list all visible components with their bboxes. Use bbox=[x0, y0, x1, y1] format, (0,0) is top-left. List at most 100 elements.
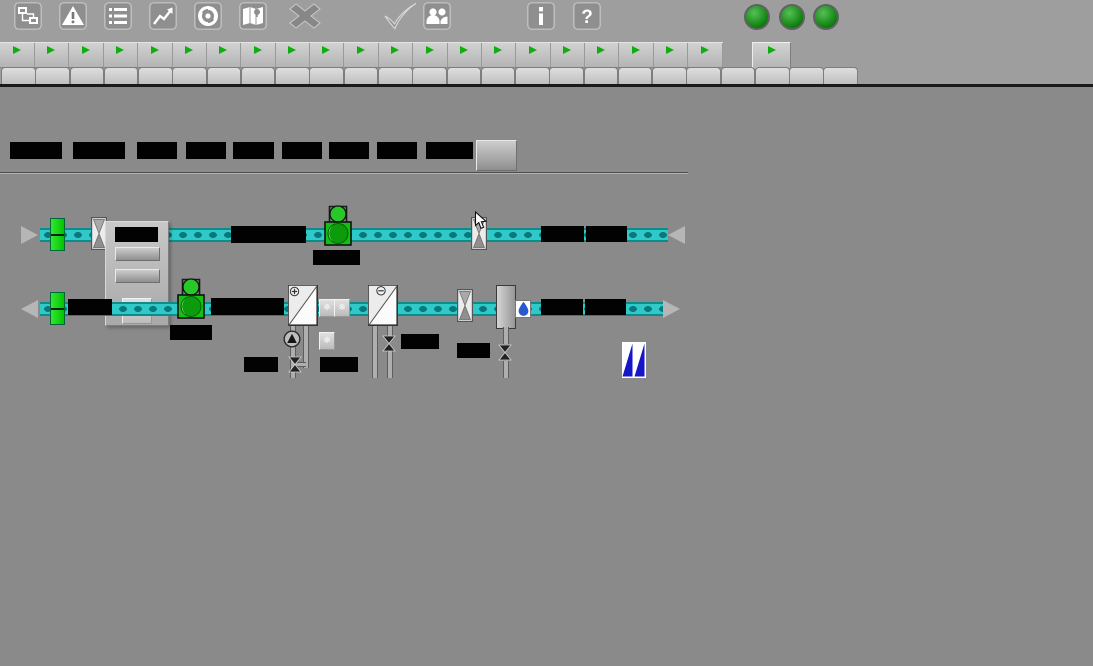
setpoint-value[interactable] bbox=[233, 142, 274, 159]
tab-vzt025[interactable] bbox=[789, 67, 824, 84]
cooling-mode-button[interactable] bbox=[115, 269, 160, 283]
toolbar-users[interactable] bbox=[414, 2, 460, 42]
tab-vzt019[interactable] bbox=[618, 67, 653, 84]
tab-vzt015[interactable] bbox=[481, 67, 516, 84]
nav-group-j[interactable] bbox=[275, 43, 310, 67]
louvre-symbol-icon bbox=[622, 342, 646, 383]
tab-vzt007[interactable] bbox=[207, 67, 242, 84]
supply-inlet-damper-icon bbox=[50, 218, 65, 251]
tab-vzt027[interactable] bbox=[823, 67, 858, 84]
tab-vzt006[interactable] bbox=[172, 67, 207, 84]
toolbar-close-windows[interactable] bbox=[282, 2, 328, 42]
tab-vzt010[interactable] bbox=[309, 67, 344, 84]
tab-vzt011[interactable] bbox=[344, 67, 379, 84]
play-icon bbox=[357, 46, 365, 54]
nav-group-b[interactable] bbox=[34, 43, 69, 67]
exhaust-humidity-right bbox=[585, 299, 626, 315]
play-icon bbox=[322, 46, 330, 54]
setpoint-value[interactable] bbox=[73, 142, 125, 159]
nav-group-k[interactable] bbox=[309, 43, 344, 67]
tab-vzt002[interactable] bbox=[35, 67, 70, 84]
heater-valve-position bbox=[244, 357, 278, 372]
humidifier-valve-position bbox=[457, 343, 490, 358]
nav-group-z7[interactable] bbox=[653, 43, 688, 67]
cooler-valve-position bbox=[401, 334, 439, 349]
nav-group-mr[interactable] bbox=[344, 43, 379, 67]
exhaust-fan-speed bbox=[170, 325, 212, 340]
setpoint-value[interactable] bbox=[377, 142, 417, 159]
mouse-cursor bbox=[474, 211, 487, 235]
tab-vzt013[interactable] bbox=[412, 67, 447, 84]
tab-vzt009[interactable] bbox=[275, 67, 310, 84]
play-icon bbox=[288, 46, 296, 54]
toolbar-warning[interactable] bbox=[50, 2, 96, 42]
divider bbox=[0, 173, 688, 174]
toolbar-web-fan[interactable] bbox=[185, 2, 231, 42]
nav-group-z4[interactable] bbox=[550, 43, 585, 67]
led-eps-ubytovna bbox=[813, 4, 839, 30]
tab-vzt020[interactable] bbox=[652, 67, 687, 84]
heating-mode-button[interactable] bbox=[115, 247, 160, 261]
tab-vzt012[interactable] bbox=[378, 67, 413, 84]
tab-vzt014[interactable] bbox=[447, 67, 482, 84]
toolbar-info[interactable] bbox=[518, 2, 564, 42]
nav-group-z2[interactable] bbox=[516, 43, 551, 67]
play-icon bbox=[116, 46, 124, 54]
toolbar-network[interactable] bbox=[5, 2, 51, 42]
tab-vzt003[interactable] bbox=[70, 67, 105, 84]
nav-group-z1[interactable] bbox=[481, 43, 516, 67]
setpoint-value[interactable] bbox=[282, 142, 322, 159]
air-inlet-arrow-icon bbox=[21, 226, 38, 244]
network-icon bbox=[5, 2, 51, 31]
tab-vzt008[interactable] bbox=[241, 67, 276, 84]
play-icon bbox=[47, 46, 55, 54]
play-icon bbox=[426, 46, 434, 54]
nav-group-u[interactable] bbox=[447, 43, 482, 67]
tab-vzt005[interactable] bbox=[138, 67, 173, 84]
nav-group-z6[interactable] bbox=[619, 43, 654, 67]
setpoint-value[interactable] bbox=[186, 142, 226, 159]
humidifier-icon bbox=[496, 285, 516, 329]
events-icon bbox=[95, 2, 141, 31]
nav-group-f[interactable] bbox=[172, 43, 207, 67]
setpoint-value[interactable] bbox=[137, 142, 177, 159]
nav-group-d[interactable] bbox=[103, 43, 138, 67]
power-settings-button[interactable] bbox=[476, 140, 517, 171]
nav-group-n3[interactable] bbox=[378, 43, 413, 67]
heating-pump-icon bbox=[283, 330, 301, 353]
setpoint-value[interactable] bbox=[329, 142, 369, 159]
nav-group-e[interactable] bbox=[138, 43, 173, 67]
nav-group-z5[interactable] bbox=[584, 43, 619, 67]
toolbar-events[interactable] bbox=[95, 2, 141, 42]
nav-all-button[interactable] bbox=[752, 42, 791, 70]
play-icon bbox=[563, 46, 571, 54]
nav-group-c[interactable] bbox=[69, 43, 104, 67]
exhaust-inlet-arrow-icon bbox=[663, 300, 680, 318]
tab-vzt023[interactable] bbox=[721, 67, 756, 84]
nav-group-h[interactable] bbox=[241, 43, 276, 67]
nav-group-s2[interactable] bbox=[413, 43, 448, 67]
tab-vzt017[interactable] bbox=[549, 67, 584, 84]
exhaust-temp-left bbox=[68, 299, 112, 315]
svg-text:?: ? bbox=[581, 7, 593, 28]
led-server bbox=[744, 4, 770, 30]
tab-vzt001[interactable] bbox=[1, 67, 36, 84]
separator bbox=[0, 84, 1093, 87]
tab-vzt004[interactable] bbox=[104, 67, 139, 84]
nav-group-a[interactable] bbox=[0, 43, 35, 67]
exhaust-fan-icon bbox=[176, 277, 206, 324]
tab-vzt018[interactable] bbox=[584, 67, 619, 84]
setpoint-value[interactable] bbox=[426, 142, 473, 159]
tab-vzt016[interactable] bbox=[515, 67, 550, 84]
nav-group-g[interactable] bbox=[206, 43, 241, 67]
toolbar-schematics-map[interactable] bbox=[230, 2, 276, 42]
tab-vzt022[interactable] bbox=[686, 67, 721, 84]
exhaust-airflow bbox=[211, 298, 284, 315]
humidifier-pipe bbox=[503, 327, 509, 344]
play-icon bbox=[529, 46, 537, 54]
toolbar-trends[interactable] bbox=[140, 2, 186, 42]
setpoint-value[interactable] bbox=[10, 142, 62, 159]
tab-fcu[interactable] bbox=[755, 67, 790, 84]
nav-group-vestec[interactable] bbox=[688, 43, 723, 67]
toolbar-help[interactable]: ? bbox=[564, 2, 610, 42]
